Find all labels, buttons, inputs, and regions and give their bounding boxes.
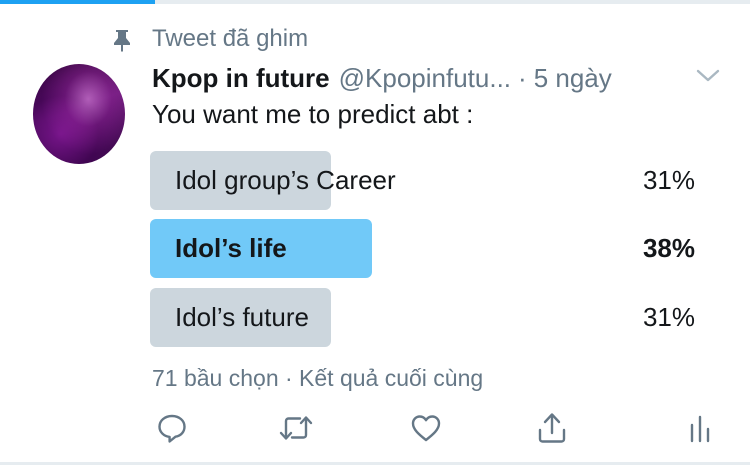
poll-option-percent: 31%	[642, 302, 695, 332]
poll-option-percent: 31%	[642, 165, 695, 195]
heart-icon	[410, 413, 442, 448]
poll-option-label: Idol group’s Career	[175, 165, 396, 195]
author-handle[interactable]: @Kpopinfutu...	[339, 63, 511, 94]
reply-button[interactable]	[152, 408, 192, 452]
share-button[interactable]	[532, 408, 572, 452]
retweet-button[interactable]	[276, 408, 316, 452]
poll-option: Idol’s future 31%	[150, 288, 695, 347]
analytics-button[interactable]	[680, 408, 720, 452]
poll-option: Idol’s life 38%	[150, 219, 695, 278]
poll-option: Idol group’s Career 31%	[150, 151, 695, 210]
retweet-icon	[278, 412, 314, 449]
poll-option-label: Idol’s life	[175, 233, 287, 263]
analytics-icon	[687, 412, 713, 449]
chevron-down-icon[interactable]	[695, 66, 721, 86]
poll-option-percent: 38%	[642, 233, 695, 263]
poll-meta: 71 bầu chọn · Kết quả cuối cùng	[152, 365, 484, 391]
pinned-label: Tweet đã ghim	[152, 25, 309, 52]
tweet-header: Kpop in future @Kpopinfutu... · 5 ngày	[152, 60, 612, 96]
tweet-timestamp[interactable]: 5 ngày	[534, 63, 612, 94]
poll-option-label: Idol’s future	[175, 302, 309, 332]
avatar[interactable]	[33, 64, 125, 164]
active-tab-indicator	[0, 0, 155, 4]
tweet-actions	[0, 408, 750, 452]
share-icon	[536, 411, 568, 450]
like-button[interactable]	[406, 408, 446, 452]
author-name[interactable]: Kpop in future	[152, 63, 330, 94]
pinned-indicator	[110, 24, 134, 56]
tweet-text: You want me to predict abt :	[152, 99, 474, 129]
pin-icon	[110, 27, 134, 53]
header-separator: ·	[518, 62, 527, 93]
reply-icon	[156, 412, 188, 449]
